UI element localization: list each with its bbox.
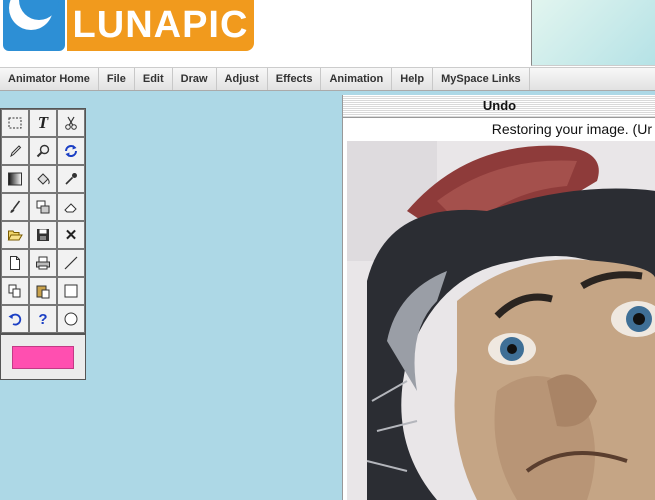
undo-icon[interactable] xyxy=(1,305,29,333)
ad-banner[interactable] xyxy=(531,0,655,66)
menu-help[interactable]: Help xyxy=(392,68,434,90)
gradient-icon[interactable] xyxy=(1,165,29,193)
pencil-icon[interactable] xyxy=(1,137,29,165)
select-rectangle-icon[interactable] xyxy=(1,109,29,137)
canvas-image[interactable] xyxy=(347,141,655,500)
menu-animator-home[interactable]: Animator Home xyxy=(0,68,99,90)
print-icon[interactable] xyxy=(29,249,57,277)
help-tool-label: ? xyxy=(38,310,48,328)
menu-myspace-links[interactable]: MySpace Links xyxy=(433,68,530,90)
eraser-icon[interactable] xyxy=(57,193,85,221)
magnifier-icon[interactable] xyxy=(29,137,57,165)
eyedropper-icon[interactable] xyxy=(57,165,85,193)
logo-text: LUNAPIC xyxy=(67,0,254,51)
line-tool-icon[interactable] xyxy=(57,249,85,277)
menu-animation[interactable]: Animation xyxy=(321,68,393,90)
help-icon[interactable]: ? xyxy=(29,305,57,333)
menu-bar: Animator Home File Edit Draw Adjust Effe… xyxy=(0,67,655,91)
crop-icon[interactable] xyxy=(29,193,57,221)
close-icon[interactable]: ✕ xyxy=(57,221,85,249)
text-tool-label: T xyxy=(37,113,49,132)
scissors-icon[interactable] xyxy=(57,109,85,137)
lunapic-logo[interactable]: LUNAPIC xyxy=(3,0,254,51)
menu-effects[interactable]: Effects xyxy=(268,68,322,90)
panel-title: Undo xyxy=(343,95,655,118)
menu-draw[interactable]: Draw xyxy=(173,68,217,90)
color-picker-area xyxy=(1,333,85,379)
open-folder-icon[interactable] xyxy=(1,221,29,249)
status-message: Restoring your image. (Ur xyxy=(491,121,652,137)
menu-edit[interactable]: Edit xyxy=(135,68,173,90)
menu-file[interactable]: File xyxy=(99,68,135,90)
rotate-icon[interactable] xyxy=(57,137,85,165)
rectangle-tool-icon[interactable] xyxy=(57,277,85,305)
undo-panel: Undo Restoring your image. (Ur xyxy=(342,95,655,500)
copy-icon[interactable] xyxy=(1,277,29,305)
save-icon[interactable] xyxy=(29,221,57,249)
current-color-swatch[interactable] xyxy=(12,345,74,369)
brush-icon[interactable] xyxy=(1,193,29,221)
header: LUNAPIC xyxy=(0,0,655,67)
paste-icon[interactable] xyxy=(29,277,57,305)
menu-adjust[interactable]: Adjust xyxy=(217,68,268,90)
ellipse-tool-icon[interactable] xyxy=(57,305,85,333)
toolbox: T ✕ ? xyxy=(0,108,86,380)
moon-logo-icon xyxy=(3,0,65,51)
close-tool-label: ✕ xyxy=(64,227,78,244)
paint-bucket-icon[interactable] xyxy=(29,165,57,193)
new-file-icon[interactable] xyxy=(1,249,29,277)
text-tool-icon[interactable]: T xyxy=(29,109,57,137)
